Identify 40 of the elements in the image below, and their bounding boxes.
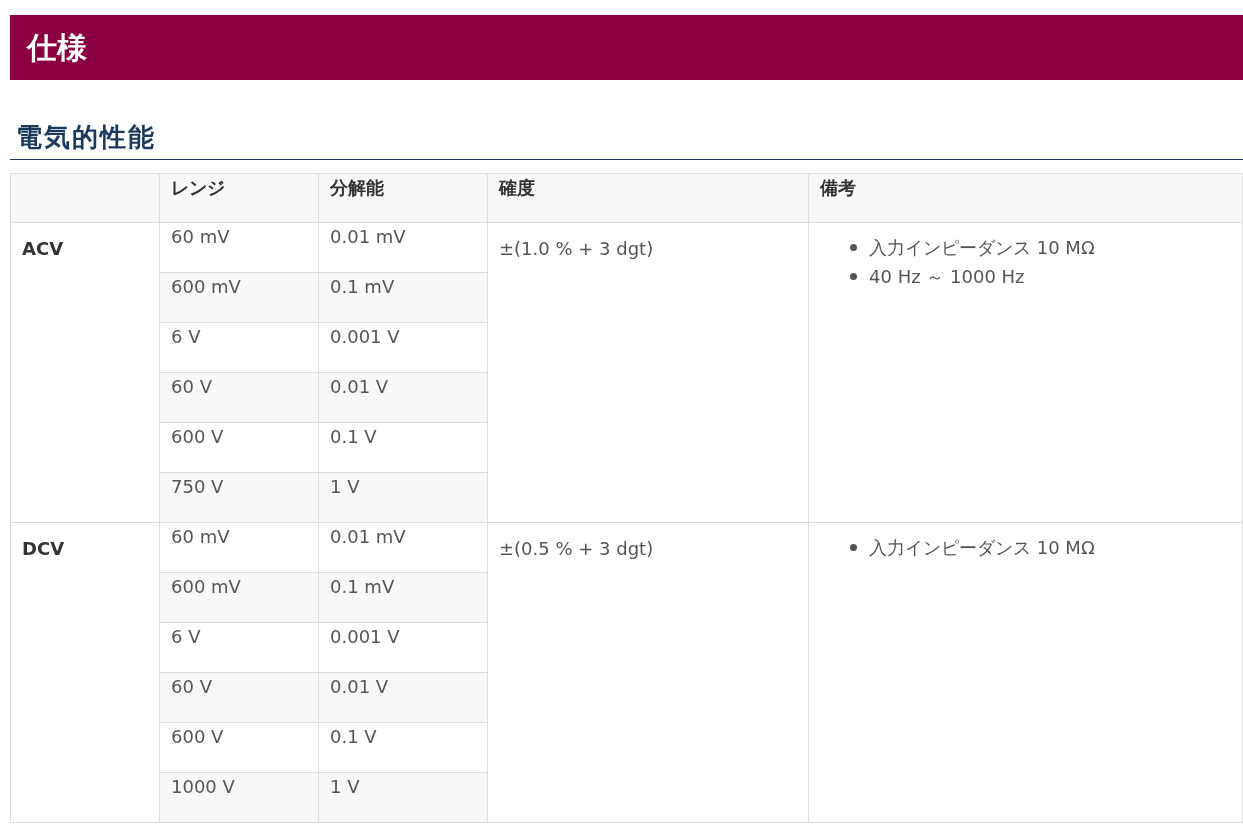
range-value: 6 V — [171, 626, 201, 647]
note-text: 入力インピーダンス 10 MΩ — [869, 536, 1095, 560]
resolution-value: 0.1 mV — [330, 576, 395, 597]
accuracy-value: ±(1.0 % + 3 dgt) — [499, 238, 654, 259]
resolution-value: 0.01 mV — [330, 526, 406, 547]
range-value: 600 V — [171, 726, 224, 747]
resolution-value: 1 V — [330, 776, 360, 797]
resolution-value: 0.01 V — [330, 676, 389, 697]
range-value: 750 V — [171, 476, 224, 497]
column-header: 備考 — [820, 177, 856, 198]
note-text: 40 Hz ～ 1000 Hz — [869, 265, 1025, 289]
bullet-icon — [850, 544, 857, 551]
resolution-value: 0.1 mV — [330, 276, 395, 297]
section-heading: 電気的性能 — [16, 121, 157, 154]
range-value: 1000 V — [171, 776, 235, 797]
resolution-value: 0.01 mV — [330, 226, 406, 247]
resolution-value: 0.01 V — [330, 376, 389, 397]
range-value: 60 mV — [171, 226, 230, 247]
bullet-icon — [850, 244, 857, 251]
range-value: 60 mV — [171, 526, 230, 547]
resolution-value: 0.001 V — [330, 626, 400, 647]
range-value: 600 V — [171, 426, 224, 447]
range-value: 60 V — [171, 376, 212, 397]
column-header: 分解能 — [330, 177, 384, 198]
page-header: 仕様 — [10, 15, 1243, 80]
column-header: 確度 — [499, 177, 535, 198]
range-value: 6 V — [171, 326, 201, 347]
accuracy-value: ±(0.5 % + 3 dgt) — [499, 538, 654, 559]
resolution-value: 0.1 V — [330, 726, 377, 747]
bullet-icon — [850, 273, 857, 280]
resolution-value: 0.001 V — [330, 326, 400, 347]
column-header: レンジ — [171, 177, 225, 198]
function-label: ACV — [22, 238, 64, 259]
range-value: 60 V — [171, 676, 212, 697]
note-text: 入力インピーダンス 10 MΩ — [869, 236, 1095, 260]
resolution-value: 1 V — [330, 476, 360, 497]
resolution-value: 0.1 V — [330, 426, 377, 447]
range-value: 600 mV — [171, 576, 241, 597]
range-value: 600 mV — [171, 276, 241, 297]
function-label: DCV — [22, 538, 65, 559]
